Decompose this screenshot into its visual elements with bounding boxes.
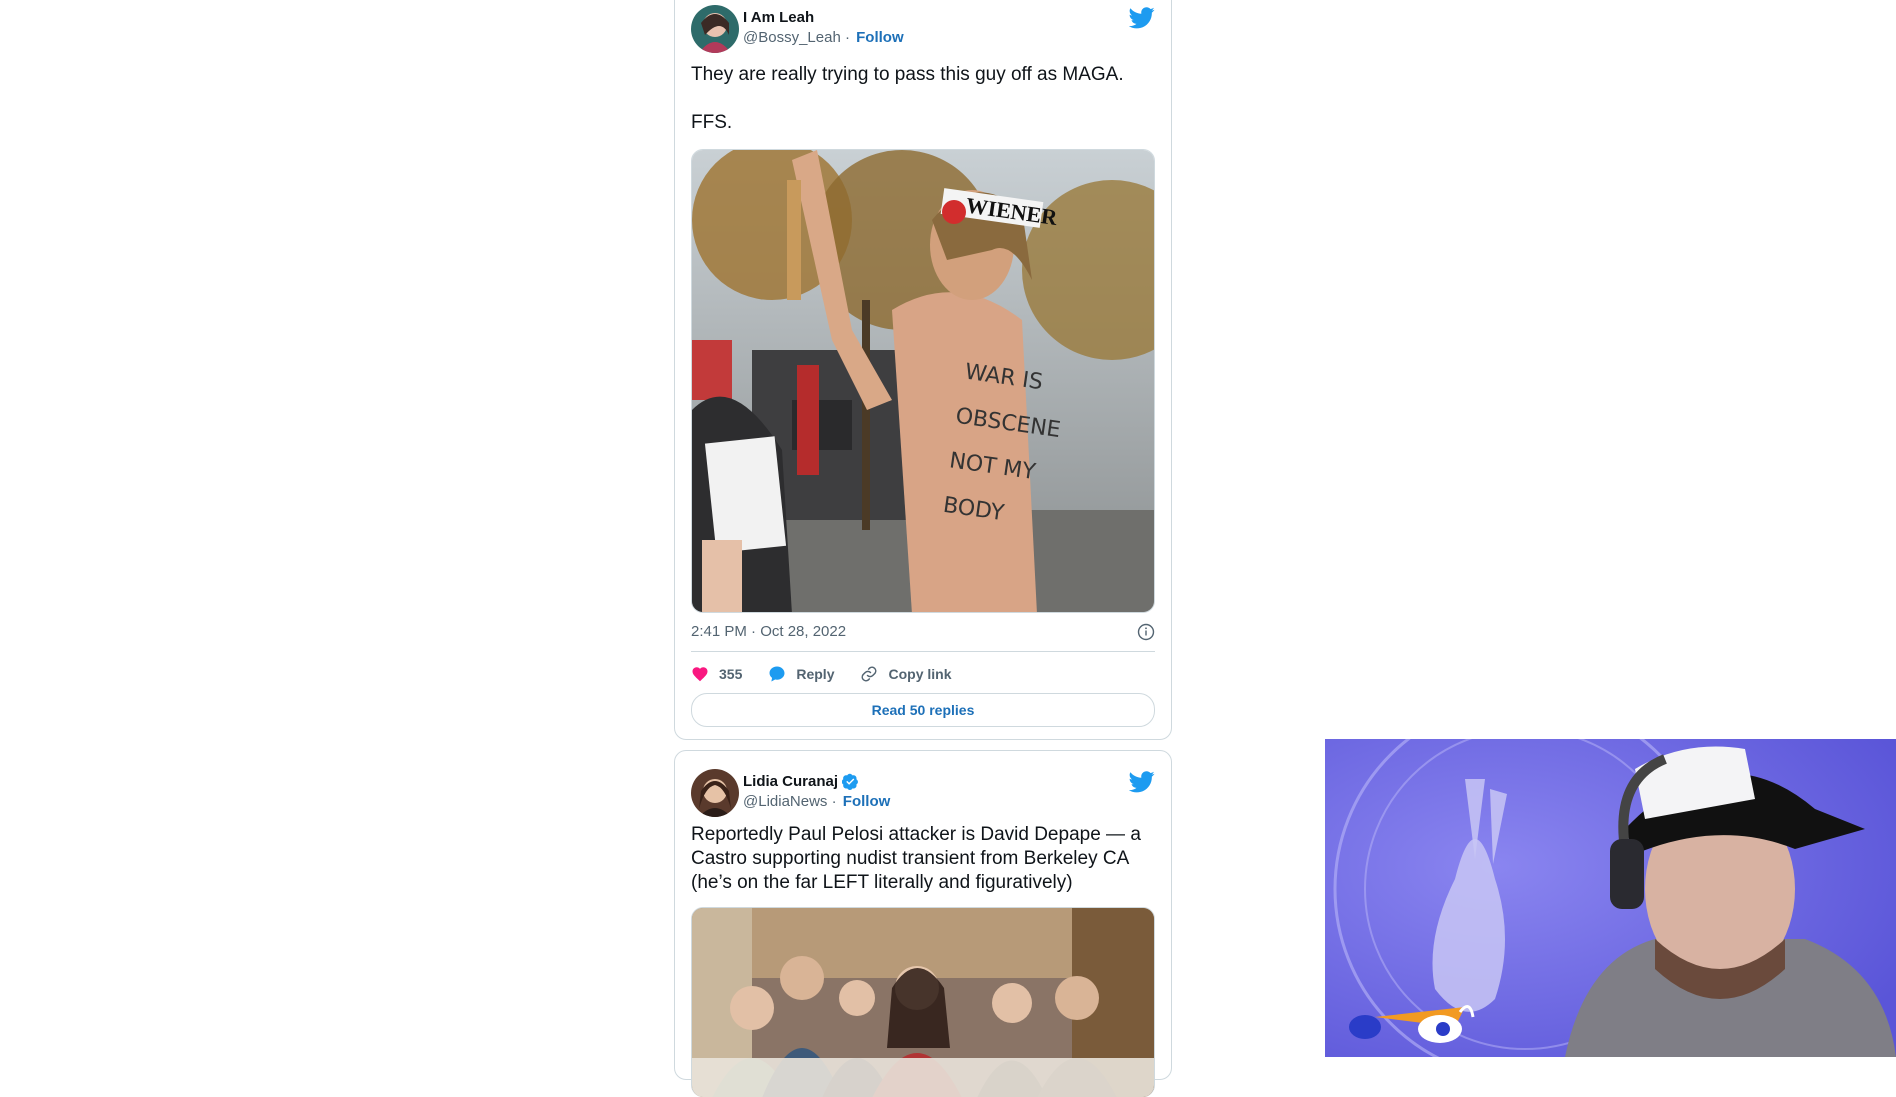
separator: · (831, 793, 837, 810)
reply-label: Reply (796, 666, 835, 682)
divider (691, 651, 1155, 652)
author-handle[interactable]: @LidiaNews (743, 793, 827, 810)
avatar[interactable] (691, 5, 739, 53)
webcam-overlay (1325, 739, 1896, 1057)
reply-bubble-icon (769, 666, 785, 682)
avatar[interactable] (691, 769, 739, 817)
twitter-bird-icon[interactable] (1129, 7, 1155, 29)
separator: · (844, 29, 850, 46)
tweet-timestamp[interactable]: 2:41 PM · Oct 28, 2022 (691, 623, 1155, 640)
tweet-card: I Am Leah @Bossy_Leah · Follow They are … (674, 0, 1172, 740)
info-icon[interactable] (1137, 623, 1155, 641)
like-count: 355 (719, 666, 743, 682)
link-icon (862, 666, 877, 682)
author-name[interactable]: I Am Leah (743, 9, 814, 26)
tweet-photo[interactable] (691, 907, 1155, 1097)
reply-button[interactable]: Reply (768, 665, 834, 683)
read-replies-button[interactable]: Read 50 replies (691, 693, 1155, 727)
like-button[interactable]: 355 (691, 665, 742, 683)
copy-link-button[interactable]: Copy link (860, 665, 952, 683)
follow-link[interactable]: Follow (843, 793, 891, 810)
tweet-actions: 355 Reply Copy link (691, 659, 1155, 689)
verified-badge-icon (842, 773, 858, 790)
twitter-bird-icon[interactable] (1129, 771, 1155, 793)
tweet-text: Reportedly Paul Pelosi attacker is David… (691, 824, 1141, 893)
follow-link[interactable]: Follow (856, 29, 904, 46)
author-name[interactable]: Lidia Curanaj (743, 773, 838, 790)
tweet-text-line: They are really trying to pass this guy … (691, 64, 1124, 85)
tweet-header: Lidia Curanaj @LidiaNews · Follow (691, 769, 1155, 819)
copy-link-label: Copy link (888, 666, 952, 682)
tweet-header: I Am Leah @Bossy_Leah · Follow (691, 5, 1155, 55)
author-handle[interactable]: @Bossy_Leah (743, 29, 841, 46)
tweet-photo[interactable]: WIENER WAR IS OBSCENE NOT MY BODY (691, 149, 1155, 613)
heart-icon (692, 667, 708, 682)
tweet-card: Lidia Curanaj @LidiaNews · Follow Report… (674, 750, 1172, 1097)
tweet-text-line: FFS. (691, 112, 733, 133)
